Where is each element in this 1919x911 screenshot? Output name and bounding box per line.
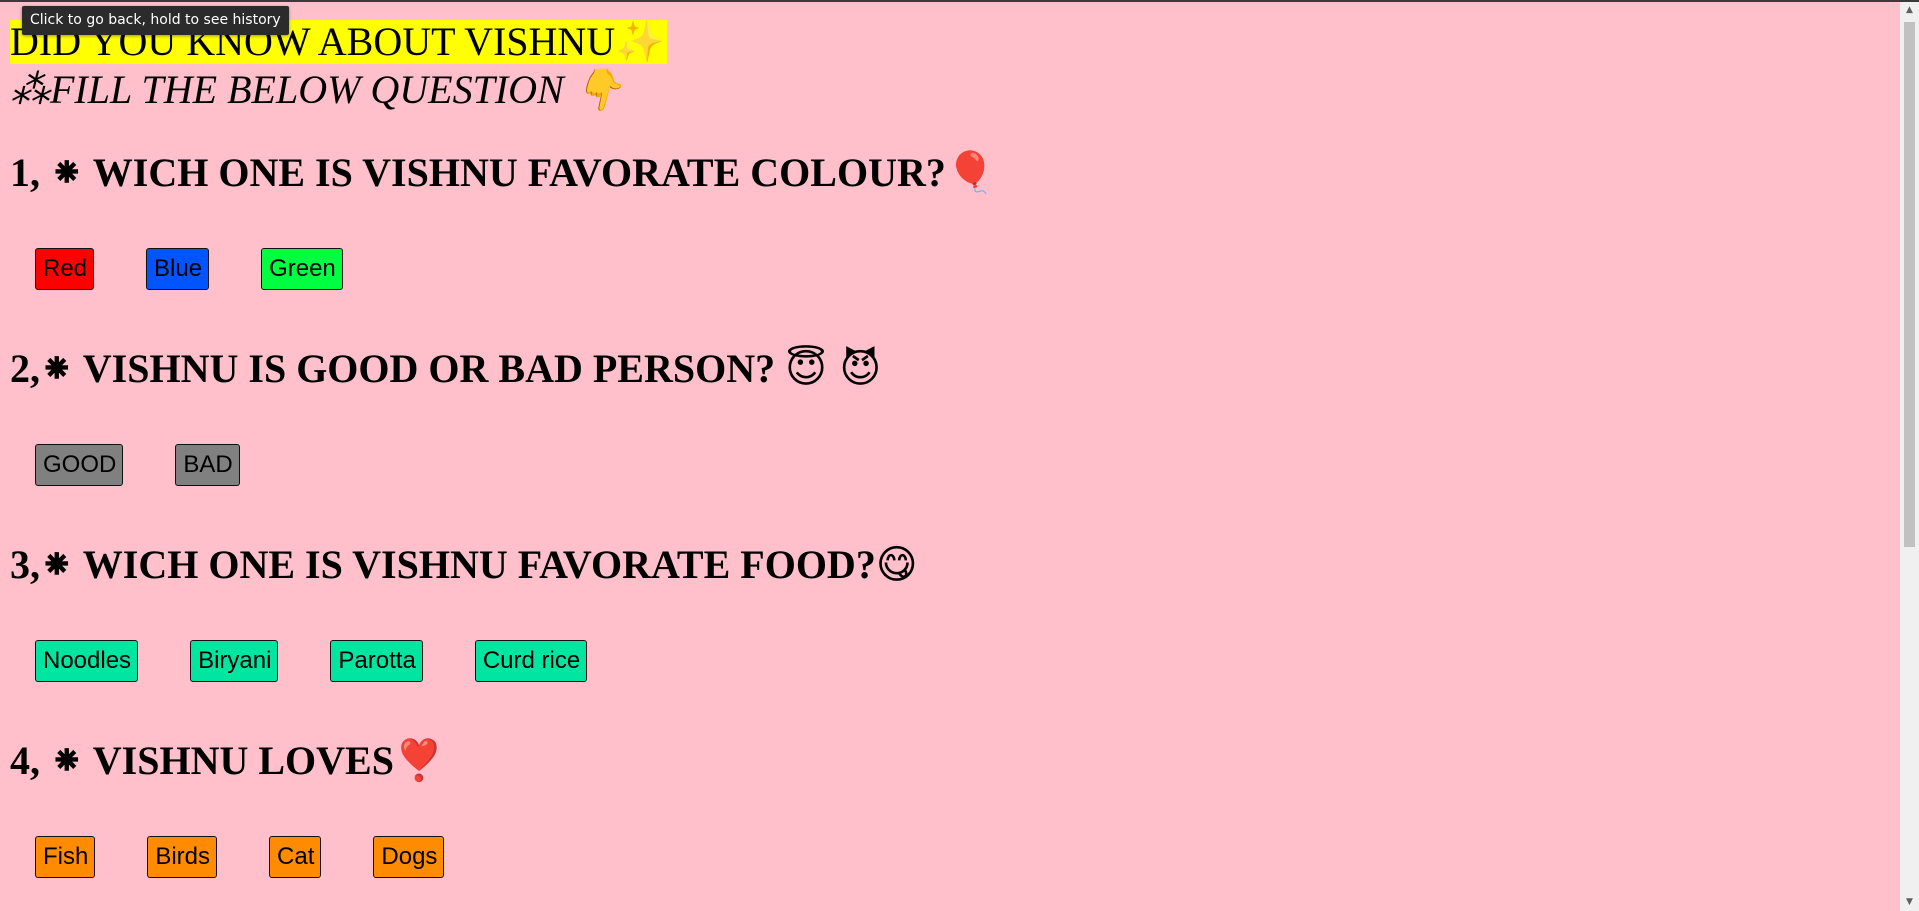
option-green-button[interactable]: Green [261, 248, 343, 290]
question-2-heading: 2,⁕ VISHNU IS GOOD OR BAD PERSON? 😇 😈 [10, 346, 1890, 392]
question-4-text: 4, ⁕ VISHNU LOVES [10, 738, 394, 783]
page-subtitle: ⁂FILL THE BELOW QUESTION 👇 [10, 67, 1890, 113]
scroll-down-arrow-icon[interactable]: ▼ [1900, 894, 1919, 911]
question-3-heading: 3,⁕ WICH ONE IS VISHNU FAVORATE FOOD?😋 [10, 542, 1890, 588]
question-1-heading: 1, ⁕ WICH ONE IS VISHNU FAVORATE COLOUR?… [10, 150, 1890, 196]
option-parotta-button[interactable]: Parotta [330, 640, 423, 682]
option-good-button[interactable]: GOOD [35, 444, 124, 486]
question-4-options: Fish Birds Cat Dogs [10, 836, 1890, 878]
heart-exclamation-icon: ❣️ [393, 738, 444, 784]
question-3-options: Noodles Biryani Parotta Curd rice [10, 640, 1890, 682]
page-subtitle-text: ⁂FILL THE BELOW QUESTION [10, 67, 564, 112]
option-birds-button[interactable]: Birds [147, 836, 218, 878]
balloon-icon: 🎈 [945, 150, 996, 196]
page-content: DID YOU KNOW ABOUT VISHNU✨ ⁂FILL THE BEL… [10, 20, 1890, 878]
question-3-text: 3,⁕ WICH ONE IS VISHNU FAVORATE FOOD? [10, 542, 876, 587]
question-2-text: 2,⁕ VISHNU IS GOOD OR BAD PERSON? [10, 346, 776, 391]
question-4-heading: 4, ⁕ VISHNU LOVES❣️ [10, 738, 1890, 784]
sparkles-icon: ✨ [615, 19, 666, 65]
yum-face-icon: 😋 [875, 542, 918, 588]
vertical-scrollbar[interactable]: ▲ ▼ [1900, 2, 1919, 911]
question-1-text: 1, ⁕ WICH ONE IS VISHNU FAVORATE COLOUR? [10, 150, 946, 195]
option-biryani-button[interactable]: Biryani [190, 640, 279, 682]
option-fish-button[interactable]: Fish [35, 836, 96, 878]
option-dogs-button[interactable]: Dogs [373, 836, 445, 878]
option-curd-rice-button[interactable]: Curd rice [474, 640, 588, 682]
option-red-button[interactable]: Red [35, 248, 95, 290]
angel-devil-icon: 😇 😈 [785, 346, 882, 392]
option-cat-button[interactable]: Cat [269, 836, 322, 878]
window-top-border [0, 0, 1919, 2]
scrollbar-thumb[interactable] [1904, 22, 1915, 547]
option-blue-button[interactable]: Blue [146, 248, 210, 290]
option-noodles-button[interactable]: Noodles [35, 640, 139, 682]
pointing-down-icon: 👇 [573, 67, 624, 113]
scroll-up-arrow-icon[interactable]: ▲ [1900, 2, 1919, 19]
question-1-options: Red Blue Green [10, 248, 1890, 290]
question-2-options: GOOD BAD [10, 444, 1890, 486]
back-button-tooltip: Click to go back, hold to see history [22, 6, 289, 35]
option-bad-button[interactable]: BAD [175, 444, 240, 486]
